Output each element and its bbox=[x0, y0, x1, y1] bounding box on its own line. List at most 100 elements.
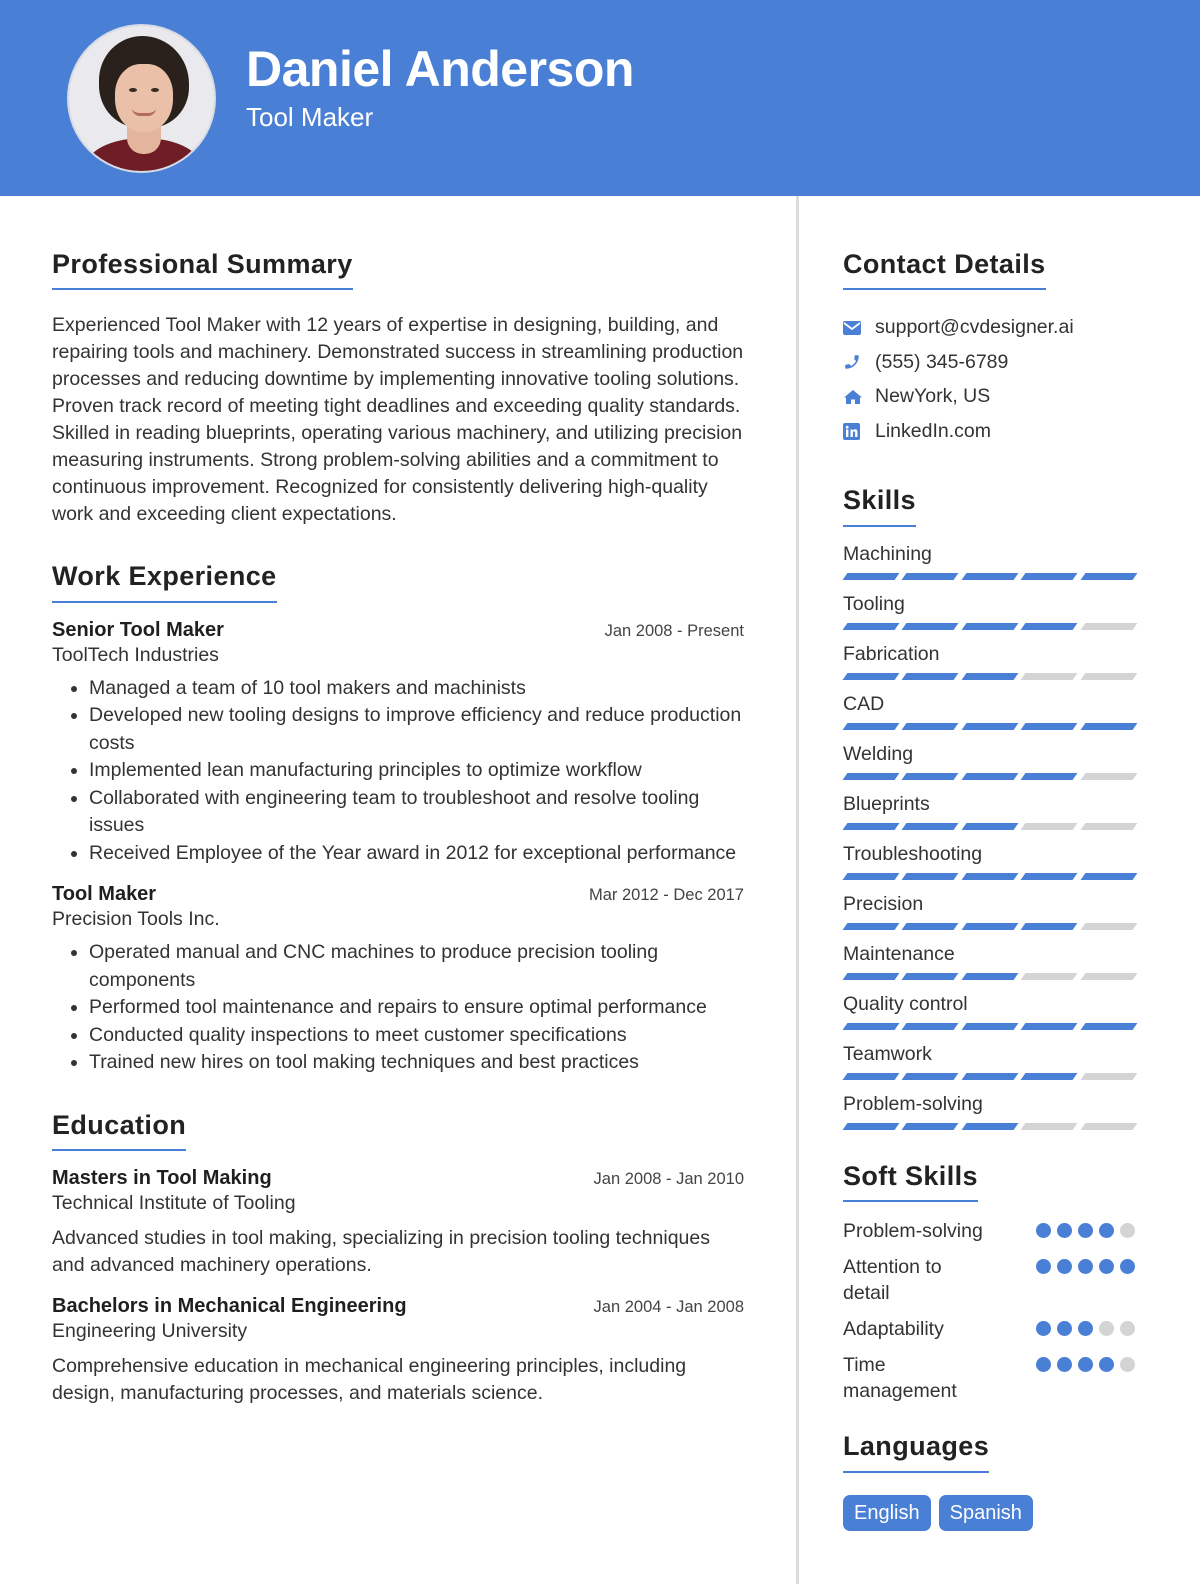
skill-segment-filled bbox=[901, 922, 960, 930]
skill-name: Fabrication bbox=[843, 642, 940, 665]
main-column: Professional Summary Experienced Tool Ma… bbox=[52, 248, 744, 1407]
education-date: Jan 2008 - Jan 2010 bbox=[593, 1170, 744, 1189]
resume-header: Daniel Anderson Tool Maker bbox=[0, 0, 1200, 196]
skill-segment-empty bbox=[1080, 822, 1138, 830]
contact-section: Contact Details support@cvdesigner.ai (55… bbox=[843, 248, 1135, 448]
skill-segment-filled bbox=[842, 822, 900, 830]
contact-text[interactable]: (555) 345-6789 bbox=[875, 351, 1008, 374]
contact-item[interactable]: NewYork, US bbox=[843, 379, 1135, 414]
skill-name: Maintenance bbox=[843, 942, 955, 965]
candidate-role: Tool Maker bbox=[246, 102, 374, 132]
skill-segment-filled bbox=[901, 622, 960, 630]
skill-name: Teamwork bbox=[843, 1042, 932, 1065]
skill-segment-filled bbox=[1020, 572, 1079, 580]
rating-dot-filled bbox=[1078, 1321, 1093, 1337]
skills-list: Machining Tooling Fabrication CAD Welding Blu… bbox=[842, 541, 1138, 1130]
skill-item: Troubleshooting bbox=[842, 841, 1138, 880]
skill-segment-filled bbox=[961, 922, 1019, 930]
section-title: Soft Skills bbox=[843, 1160, 978, 1203]
section-title: Contact Details bbox=[843, 248, 1046, 291]
education-entry: Masters in Tool Making Jan 2008 - Jan 201… bbox=[52, 1167, 744, 1279]
job-date: Jan 2008 - Present bbox=[604, 621, 744, 640]
skill-segment-filled bbox=[842, 922, 900, 930]
skill-segment-filled bbox=[842, 772, 900, 780]
skill-segment-filled bbox=[961, 1072, 1019, 1080]
skill-name: Precision bbox=[843, 892, 924, 915]
skill-name: Machining bbox=[843, 542, 932, 565]
education-description: Advanced studies in tool making, special… bbox=[52, 1227, 710, 1277]
education-description: Comprehensive education in mechanical en… bbox=[52, 1355, 687, 1405]
rating-dot-filled bbox=[1036, 1357, 1051, 1373]
skill-item: Welding bbox=[842, 741, 1138, 780]
contact-text[interactable]: support@cvdesigner.ai bbox=[875, 316, 1074, 339]
skill-segment-filled bbox=[1080, 872, 1138, 880]
contact-item[interactable]: (555) 345-6789 bbox=[843, 345, 1135, 380]
skill-segment-filled bbox=[842, 572, 900, 580]
skill-segment-filled bbox=[961, 672, 1019, 680]
rating-dot-empty bbox=[1120, 1321, 1135, 1337]
skill-level-bar bbox=[842, 1122, 1138, 1130]
rating-dot-filled bbox=[1099, 1357, 1114, 1373]
skill-name: CAD bbox=[843, 692, 885, 715]
job-header: Tool Maker Mar 2012 - Dec 2017 bbox=[52, 883, 744, 906]
skill-segment-filled bbox=[961, 1122, 1019, 1130]
language-list: English Spanish bbox=[843, 1494, 1135, 1531]
rating-dot-filled bbox=[1078, 1223, 1093, 1239]
skill-segment-empty bbox=[1080, 1072, 1138, 1080]
skill-segment-empty bbox=[1080, 922, 1138, 930]
skill-item: Maintenance bbox=[842, 941, 1138, 980]
skill-level-bar bbox=[842, 722, 1138, 730]
skill-segment-filled bbox=[842, 1072, 900, 1080]
sidebar: Contact Details support@cvdesigner.ai (55… bbox=[842, 248, 1138, 1531]
rating-dot-empty bbox=[1120, 1223, 1135, 1239]
skill-level-bar bbox=[842, 1072, 1138, 1080]
rating-dot-filled bbox=[1036, 1223, 1051, 1239]
skill-segment-filled bbox=[842, 1122, 900, 1130]
skill-segment-filled bbox=[1020, 922, 1079, 930]
contact-item[interactable]: support@cvdesigner.ai bbox=[843, 310, 1135, 345]
job-entry: Senior Tool Maker Jan 2008 - Present ToolT… bbox=[52, 619, 744, 868]
skill-segment-filled bbox=[842, 872, 900, 880]
skill-segment-filled bbox=[961, 822, 1019, 830]
contact-list: support@cvdesigner.ai (555) 345-6789 NewYo… bbox=[843, 310, 1135, 448]
contact-text[interactable]: LinkedIn.com bbox=[875, 420, 991, 443]
section-title: Languages bbox=[843, 1430, 990, 1473]
photo-face bbox=[115, 64, 173, 132]
envelope-icon bbox=[843, 320, 875, 335]
contact-text[interactable]: NewYork, US bbox=[875, 385, 990, 408]
rating-dot-filled bbox=[1057, 1357, 1072, 1373]
skill-segment-filled bbox=[1080, 722, 1138, 730]
rating-dot-filled bbox=[1078, 1259, 1093, 1275]
contact-item[interactable]: LinkedIn.com bbox=[843, 414, 1135, 449]
skill-segment-empty bbox=[1080, 672, 1138, 680]
degree: Bachelors in Mechanical Engineering bbox=[52, 1295, 407, 1318]
skill-segment-filled bbox=[901, 722, 960, 730]
skill-segment-filled bbox=[842, 972, 900, 980]
skill-segment-filled bbox=[1020, 622, 1079, 630]
section-title: Education bbox=[52, 1109, 187, 1152]
soft-skill-name: Attention to detail bbox=[843, 1256, 942, 1305]
skill-item: Quality control bbox=[842, 991, 1138, 1030]
skill-segment-empty bbox=[1080, 972, 1138, 980]
skill-segment-empty bbox=[1020, 972, 1079, 980]
rating-dot-filled bbox=[1078, 1357, 1093, 1373]
skill-level-bar bbox=[842, 872, 1138, 880]
skill-level-bar bbox=[842, 772, 1138, 780]
education-entry: Bachelors in Mechanical Engineering Jan 2… bbox=[52, 1295, 744, 1407]
rating-dot-filled bbox=[1057, 1321, 1072, 1337]
skill-segment-filled bbox=[961, 972, 1019, 980]
job-bullet: Performed tool maintenance and repairs t… bbox=[89, 994, 744, 1022]
skill-segment-filled bbox=[901, 972, 960, 980]
job-entry: Tool Maker Mar 2012 - Dec 2017 Precision T… bbox=[52, 883, 744, 1077]
skill-item: Tooling bbox=[842, 591, 1138, 630]
skill-segment-filled bbox=[901, 672, 960, 680]
rating-dot-empty bbox=[1099, 1321, 1114, 1337]
skill-item: Precision bbox=[842, 891, 1138, 930]
language-badge: Spanish bbox=[938, 1494, 1033, 1531]
rating-dot-filled bbox=[1057, 1223, 1072, 1239]
section-title: Work Experience bbox=[52, 560, 277, 603]
skill-segment-filled bbox=[842, 1022, 900, 1030]
skill-segment-empty bbox=[1020, 822, 1079, 830]
job-bullet: Operated manual and CNC machines to prod… bbox=[89, 939, 744, 994]
skill-segment-empty bbox=[1080, 1122, 1138, 1130]
